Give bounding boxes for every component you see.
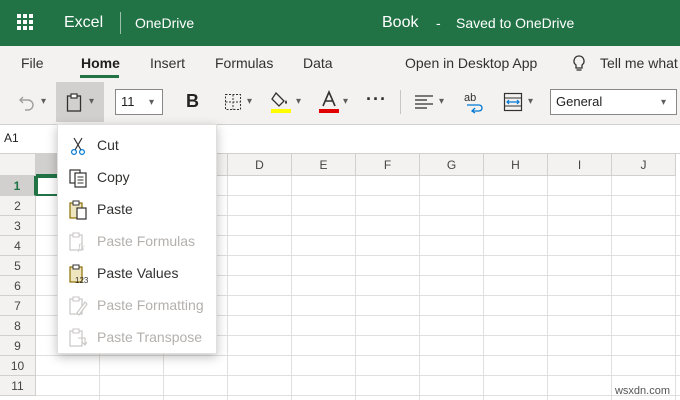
borders-icon[interactable] — [224, 93, 242, 111]
column-header-h[interactable]: H — [484, 154, 548, 176]
row-header-7[interactable]: 7 — [0, 296, 36, 316]
undo-icon[interactable] — [18, 93, 36, 111]
row-header-10[interactable]: 10 — [0, 356, 36, 376]
paste-values-icon: 123 — [69, 264, 88, 284]
column-header-f[interactable]: F — [356, 154, 420, 176]
paste-chevron-down-icon: ▾ — [89, 96, 95, 107]
row-header-9[interactable]: 9 — [0, 336, 36, 356]
row-header-1[interactable]: 1 — [0, 176, 36, 196]
paste-button[interactable]: ▾ — [56, 82, 104, 122]
row-header-6[interactable]: 6 — [0, 276, 36, 296]
tab-insert[interactable]: Insert — [150, 46, 185, 80]
paste-formulas-icon: fx — [69, 232, 85, 252]
scissors-icon — [70, 137, 86, 156]
paste-menu-item[interactable]: Paste — [58, 193, 216, 225]
paste-icon — [69, 200, 87, 220]
more-options-button[interactable]: ··· — [366, 89, 387, 110]
tell-me-search[interactable]: Tell me what — [600, 46, 678, 80]
number-format-select[interactable]: General ▾ — [550, 89, 677, 115]
undo-chevron-down-icon[interactable]: ▾ — [41, 96, 46, 107]
paste-values-label: Paste Values — [97, 265, 179, 281]
font-color-chevron-down-icon[interactable]: ▾ — [343, 96, 348, 107]
document-title[interactable]: Book — [382, 0, 418, 46]
wrap-text-icon[interactable]: ab — [463, 90, 485, 114]
paste-formatting-label: Paste Formatting — [97, 297, 204, 313]
app-launcher-icon[interactable] — [17, 14, 33, 30]
row-header-11[interactable]: 11 — [0, 376, 36, 396]
open-desktop-app-button[interactable]: Open in Desktop App — [405, 46, 537, 80]
paste-label: Paste — [97, 201, 133, 217]
svg-text:123: 123 — [75, 276, 88, 284]
row-header-8[interactable]: 8 — [0, 316, 36, 336]
location-link[interactable]: OneDrive — [135, 0, 194, 46]
tab-file[interactable]: File — [21, 46, 44, 80]
title-separator: - — [436, 15, 441, 31]
watermark: wsxdn.com — [614, 385, 670, 397]
select-all-corner[interactable] — [0, 154, 36, 176]
row-header-5[interactable]: 5 — [0, 256, 36, 276]
title-divider — [120, 12, 121, 34]
merge-cells-icon[interactable] — [503, 92, 523, 112]
column-header-d[interactable]: D — [228, 154, 292, 176]
font-size-value: 11 — [121, 94, 135, 109]
clipboard-dropdown-menu: Cut Copy Paste fx Paste Formulas 123 Pas… — [57, 124, 217, 354]
lightbulb-icon — [573, 55, 585, 71]
column-header-e[interactable]: E — [292, 154, 356, 176]
paste-transpose-icon — [69, 328, 88, 347]
menu-bar: File Home Insert Formulas Data Open in D… — [0, 46, 680, 80]
paste-values-menu-item[interactable]: 123 Paste Values — [58, 257, 216, 289]
paste-formatting-menu-item[interactable]: Paste Formatting — [58, 289, 216, 321]
column-header-g[interactable]: G — [420, 154, 484, 176]
font-color-icon[interactable] — [318, 90, 340, 114]
align-chevron-down-icon[interactable]: ▾ — [439, 96, 444, 107]
column-header-i[interactable]: I — [548, 154, 612, 176]
fill-color-chevron-down-icon[interactable]: ▾ — [296, 96, 301, 107]
number-format-chevron-down-icon: ▾ — [661, 97, 667, 108]
column-header-j[interactable]: J — [612, 154, 676, 176]
cut-label: Cut — [97, 137, 119, 153]
row-header-4[interactable]: 4 — [0, 236, 36, 256]
svg-text:ab: ab — [464, 92, 476, 104]
merge-chevron-down-icon[interactable]: ▾ — [528, 96, 533, 107]
copy-menu-item[interactable]: Copy — [58, 161, 216, 193]
tab-data[interactable]: Data — [303, 46, 333, 80]
copy-label: Copy — [97, 169, 130, 185]
fill-color-swatch — [271, 109, 291, 113]
row-header-2[interactable]: 2 — [0, 196, 36, 216]
name-box[interactable]: A1 — [4, 131, 19, 145]
ribbon-toolbar: ▾ ▾ 11 ▾ B ▾ ▾ ▾ ··· ▾ ab ▾ General ▾ — [0, 80, 680, 125]
save-status: Saved to OneDrive — [456, 15, 575, 31]
app-name[interactable]: Excel — [64, 0, 103, 46]
align-left-icon[interactable] — [414, 93, 434, 111]
bold-button[interactable]: B — [186, 91, 199, 112]
tab-formulas[interactable]: Formulas — [215, 46, 273, 80]
paste-formatting-icon — [69, 296, 88, 316]
paste-transpose-label: Paste Transpose — [97, 329, 203, 345]
fill-color-icon[interactable] — [270, 90, 292, 114]
cut-menu-item[interactable]: Cut — [58, 129, 216, 161]
toolbar-divider — [400, 90, 401, 114]
svg-text:fx: fx — [78, 242, 85, 252]
borders-chevron-down-icon[interactable]: ▾ — [247, 96, 252, 107]
paste-formulas-menu-item[interactable]: fx Paste Formulas — [58, 225, 216, 257]
font-size-chevron-down-icon: ▾ — [149, 97, 155, 108]
copy-icon — [69, 169, 87, 188]
number-format-value: General — [556, 94, 603, 109]
title-bar: Excel OneDrive Book - Saved to OneDrive — [0, 0, 680, 46]
font-size-select[interactable]: 11 ▾ — [115, 89, 163, 115]
paste-transpose-menu-item[interactable]: Paste Transpose — [58, 321, 216, 353]
clipboard-icon — [66, 93, 82, 112]
font-color-swatch — [319, 109, 339, 113]
row-header-3[interactable]: 3 — [0, 216, 36, 236]
active-tab-indicator — [80, 75, 119, 78]
paste-formulas-label: Paste Formulas — [97, 233, 196, 249]
